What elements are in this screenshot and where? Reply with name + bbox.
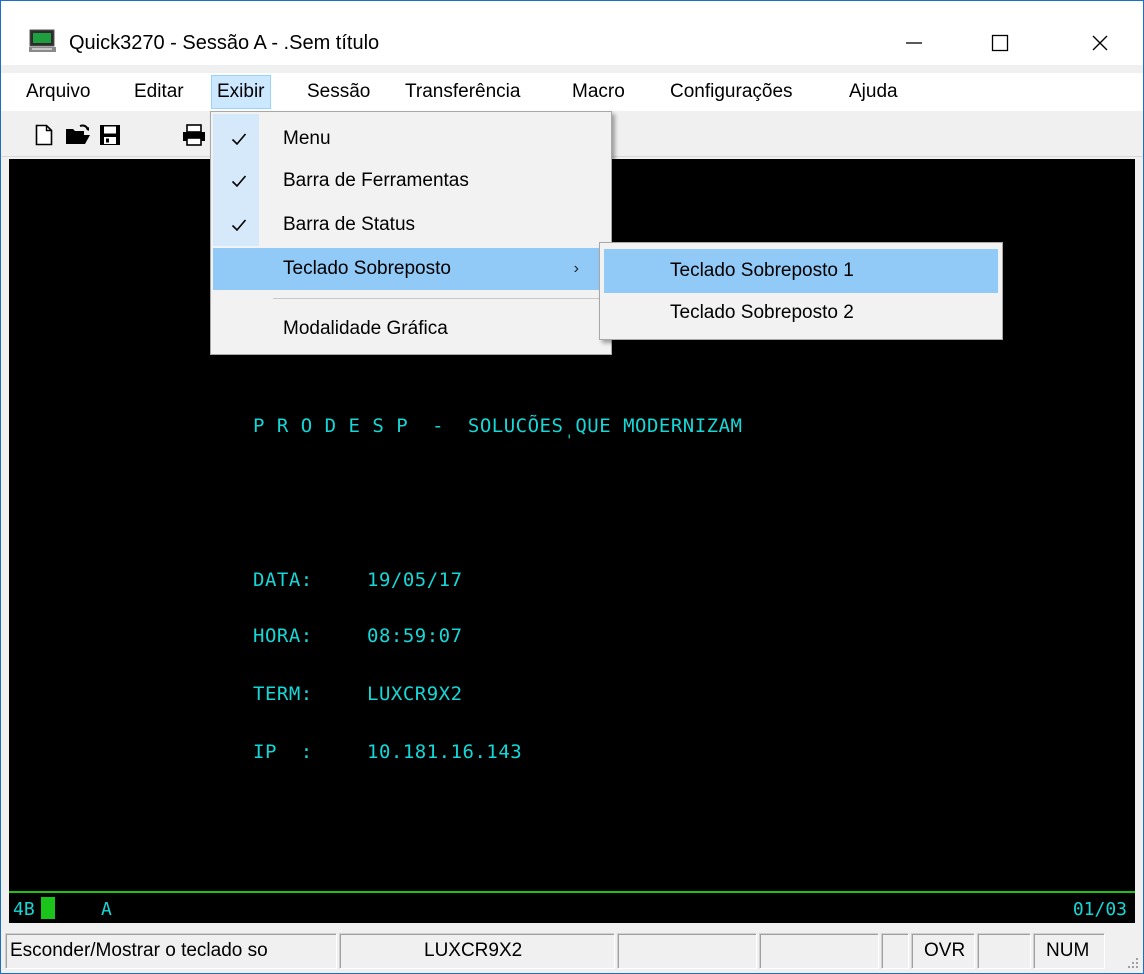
oia-session-indicator: 4B [13, 899, 35, 920]
checkmark-icon [227, 204, 251, 246]
status-terminal-name: LUXCR9X2 [339, 933, 615, 969]
menu-item-barra-status[interactable]: Barra de Status [213, 204, 609, 246]
submenu-arrow-icon: › [573, 260, 579, 277]
oia-cursor-position: 01/03 [1072, 899, 1127, 920]
terminal-artifact: ' [565, 433, 574, 449]
save-disk-icon [100, 125, 120, 145]
menu-item-teclado-sobreposto[interactable]: Teclado Sobreposto › [213, 248, 609, 290]
save-button[interactable] [97, 121, 123, 149]
menu-transferencia[interactable]: Transferência [400, 75, 525, 109]
hora-label: HORA: [253, 625, 313, 647]
checkmark-icon [227, 160, 251, 202]
term-label: TERM: [253, 683, 313, 705]
checkmark-icon [227, 118, 251, 160]
status-ovr: OVR [911, 933, 975, 969]
exibir-dropdown-menu: Menu Barra de Ferramentas Barra de Statu… [210, 111, 612, 355]
minimize-button[interactable] [885, 23, 943, 63]
menu-ajuda[interactable]: Ajuda [844, 75, 903, 109]
status-empty-3 [881, 933, 909, 969]
menu-item-label: Barra de Ferramentas [283, 170, 469, 191]
hora-value: 08:59:07 [367, 625, 463, 647]
teclado-sobreposto-submenu: Teclado Sobreposto 1 Teclado Sobreposto … [599, 242, 1003, 340]
data-label: DATA: [253, 569, 313, 591]
open-button[interactable] [65, 121, 91, 149]
menu-item-barra-ferramentas[interactable]: Barra de Ferramentas [213, 160, 609, 202]
submenu-item-teclado-1[interactable]: Teclado Sobreposto 1 [604, 249, 998, 293]
terminal-app-icon [29, 29, 56, 52]
submenu-item-teclado-2[interactable]: Teclado Sobreposto 2 [604, 291, 998, 335]
oia-cursor-block [41, 897, 55, 919]
new-document-icon [35, 124, 53, 146]
maximize-button[interactable] [971, 23, 1029, 63]
menu-item-label: Menu [283, 128, 331, 149]
application-window: Quick3270 - Sessão A - .Sem título Arqui… [0, 0, 1144, 974]
menu-item-menu[interactable]: Menu [213, 118, 609, 160]
status-message: Esconder/Mostrar o teclado so [5, 933, 337, 969]
data-value: 19/05/17 [367, 569, 463, 591]
menu-bar: Arquivo Editar Exibir Sessão Transferênc… [1, 73, 1143, 111]
print-icon [183, 124, 205, 146]
menu-item-label: Teclado Sobreposto [283, 258, 451, 279]
oia-mode-indicator: A [101, 899, 112, 920]
submenu-item-label: Teclado Sobreposto 1 [670, 260, 854, 281]
menu-item-label: Barra de Status [283, 214, 416, 235]
resize-grip-icon[interactable] [1125, 955, 1139, 969]
window-title: Quick3270 - Sessão A - .Sem título [69, 32, 380, 54]
menu-item-modalidade-grafica[interactable]: Modalidade Gráfica [213, 308, 609, 350]
maximize-icon [991, 34, 1009, 52]
ip-label: IP : [253, 741, 313, 763]
submenu-item-label: Teclado Sobreposto 2 [670, 302, 854, 323]
menu-macro[interactable]: Macro [567, 75, 630, 109]
minimize-icon [906, 42, 922, 44]
menu-editar[interactable]: Editar [129, 75, 189, 109]
title-bar[interactable]: Quick3270 - Sessão A - .Sem título [1, 1, 1143, 65]
close-icon [1092, 35, 1108, 51]
menu-configuracoes[interactable]: Configurações [665, 75, 798, 109]
new-button[interactable] [31, 121, 57, 149]
status-bar: Esconder/Mostrar o teclado so LUXCR9X2 O… [1, 927, 1143, 973]
menu-exibir[interactable]: Exibir [211, 75, 271, 109]
operator-information-area: 4B A 01/03 [9, 893, 1135, 923]
menu-separator [273, 298, 607, 299]
menu-arquivo[interactable]: Arquivo [21, 75, 95, 109]
open-folder-icon [66, 124, 90, 144]
status-num: NUM [1033, 933, 1105, 969]
term-value: LUXCR9X2 [367, 683, 463, 705]
status-empty-2 [759, 933, 879, 969]
terminal-banner: P R O D E S P - SOLUCÕES QUE MODERNIZAM [253, 415, 743, 437]
ip-value: 10.181.16.143 [367, 741, 523, 763]
menu-sessao[interactable]: Sessão [302, 75, 375, 109]
status-empty-4 [977, 933, 1031, 969]
menu-item-label: Modalidade Gráfica [283, 318, 448, 339]
close-button[interactable] [1071, 23, 1129, 63]
status-empty-1 [617, 933, 757, 969]
print-button[interactable] [181, 121, 207, 149]
